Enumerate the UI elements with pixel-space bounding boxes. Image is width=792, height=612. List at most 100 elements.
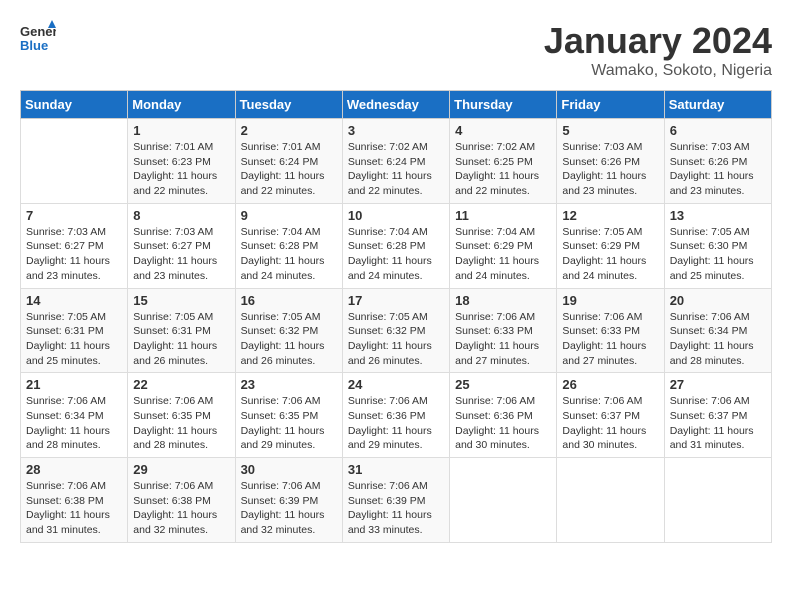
day-number: 1	[133, 123, 229, 138]
day-cell-26: 26 Sunrise: 7:06 AM Sunset: 6:37 PM Dayli…	[557, 373, 664, 458]
calendar-subtitle: Wamako, Sokoto, Nigeria	[544, 62, 772, 80]
day-cell-3: 3 Sunrise: 7:02 AM Sunset: 6:24 PM Daylig…	[342, 119, 449, 204]
day-cell-16: 16Sunrise: 7:05 AM Sunset: 6:32 PM Dayli…	[235, 288, 342, 373]
day-info: Sunrise: 7:02 AM Sunset: 6:24 PM Dayligh…	[348, 140, 444, 199]
day-cell-10: 10 Sunrise: 7:04 AM Sunset: 6:28 PM Dayli…	[342, 203, 449, 288]
day-number: 12	[562, 208, 658, 223]
day-info: Sunrise: 7:06 AM Sunset: 6:37 PM Dayligh…	[670, 394, 766, 453]
day-info: Sunrise: 7:06 AM Sunset: 6:36 PM Dayligh…	[348, 394, 444, 453]
day-number: 5	[562, 123, 658, 138]
day-number: 18	[455, 293, 551, 308]
day-number: 13	[670, 208, 766, 223]
day-cell-28: 28Sunrise: 7:06 AM Sunset: 6:38 PM Dayli…	[21, 458, 128, 543]
day-info: Sunrise: 7:06 AM Sunset: 6:33 PM Dayligh…	[455, 310, 551, 369]
day-number: 27	[670, 377, 766, 392]
day-info: Sunrise: 7:04 AM Sunset: 6:28 PM Dayligh…	[241, 225, 337, 284]
day-info: Sunrise: 7:05 AM Sunset: 6:30 PM Dayligh…	[670, 225, 766, 284]
header: General Blue January 2024 Wamako, Sokoto…	[20, 20, 772, 80]
day-number: 23	[241, 377, 337, 392]
day-info: Sunrise: 7:06 AM Sunset: 6:39 PM Dayligh…	[348, 479, 444, 538]
day-cell-13: 13 Sunrise: 7:05 AM Sunset: 6:30 PM Dayli…	[664, 203, 771, 288]
day-cell-30: 30Sunrise: 7:06 AM Sunset: 6:39 PM Dayli…	[235, 458, 342, 543]
weekday-header-sunday: Sunday	[21, 91, 128, 119]
day-cell-21: 21 Sunrise: 7:06 AM Sunset: 6:34 PM Dayli…	[21, 373, 128, 458]
day-info: Sunrise: 7:05 AM Sunset: 6:29 PM Dayligh…	[562, 225, 658, 284]
day-info: Sunrise: 7:06 AM Sunset: 6:36 PM Dayligh…	[455, 394, 551, 453]
day-info: Sunrise: 7:03 AM Sunset: 6:26 PM Dayligh…	[562, 140, 658, 199]
day-cell-25: 25Sunrise: 7:06 AM Sunset: 6:36 PM Dayli…	[450, 373, 557, 458]
day-info: Sunrise: 7:03 AM Sunset: 6:27 PM Dayligh…	[133, 225, 229, 284]
day-info: Sunrise: 7:04 AM Sunset: 6:29 PM Dayligh…	[455, 225, 551, 284]
day-info: Sunrise: 7:06 AM Sunset: 6:37 PM Dayligh…	[562, 394, 658, 453]
weekday-header-row: SundayMondayTuesdayWednesdayThursdayFrid…	[21, 91, 772, 119]
logo-icon: General Blue	[20, 20, 56, 56]
day-number: 21	[26, 377, 122, 392]
title-area: January 2024 Wamako, Sokoto, Nigeria	[544, 20, 772, 80]
day-cell-6: 6Sunrise: 7:03 AM Sunset: 6:26 PM Daylig…	[664, 119, 771, 204]
day-cell-12: 12 Sunrise: 7:05 AM Sunset: 6:29 PM Dayli…	[557, 203, 664, 288]
empty-cell	[450, 458, 557, 543]
week-row-1: 1 Sunrise: 7:01 AM Sunset: 6:23 PM Daylig…	[21, 119, 772, 204]
day-info: Sunrise: 7:04 AM Sunset: 6:28 PM Dayligh…	[348, 225, 444, 284]
day-info: Sunrise: 7:06 AM Sunset: 6:35 PM Dayligh…	[241, 394, 337, 453]
day-info: Sunrise: 7:06 AM Sunset: 6:33 PM Dayligh…	[562, 310, 658, 369]
day-cell-2: 2 Sunrise: 7:01 AM Sunset: 6:24 PM Daylig…	[235, 119, 342, 204]
day-info: Sunrise: 7:03 AM Sunset: 6:26 PM Dayligh…	[670, 140, 766, 199]
day-cell-23: 23 Sunrise: 7:06 AM Sunset: 6:35 PM Dayli…	[235, 373, 342, 458]
weekday-header-wednesday: Wednesday	[342, 91, 449, 119]
weekday-header-tuesday: Tuesday	[235, 91, 342, 119]
day-info: Sunrise: 7:01 AM Sunset: 6:23 PM Dayligh…	[133, 140, 229, 199]
day-number: 14	[26, 293, 122, 308]
day-number: 31	[348, 462, 444, 477]
day-info: Sunrise: 7:03 AM Sunset: 6:27 PM Dayligh…	[26, 225, 122, 284]
day-number: 29	[133, 462, 229, 477]
day-number: 19	[562, 293, 658, 308]
day-cell-7: 7 Sunrise: 7:03 AM Sunset: 6:27 PM Daylig…	[21, 203, 128, 288]
day-info: Sunrise: 7:05 AM Sunset: 6:31 PM Dayligh…	[26, 310, 122, 369]
day-number: 15	[133, 293, 229, 308]
week-row-2: 7 Sunrise: 7:03 AM Sunset: 6:27 PM Daylig…	[21, 203, 772, 288]
day-cell-4: 4 Sunrise: 7:02 AM Sunset: 6:25 PM Daylig…	[450, 119, 557, 204]
day-cell-11: 11 Sunrise: 7:04 AM Sunset: 6:29 PM Dayli…	[450, 203, 557, 288]
day-number: 24	[348, 377, 444, 392]
weekday-header-thursday: Thursday	[450, 91, 557, 119]
day-cell-17: 17Sunrise: 7:05 AM Sunset: 6:32 PM Dayli…	[342, 288, 449, 373]
day-number: 9	[241, 208, 337, 223]
day-number: 2	[241, 123, 337, 138]
day-number: 7	[26, 208, 122, 223]
day-info: Sunrise: 7:02 AM Sunset: 6:25 PM Dayligh…	[455, 140, 551, 199]
day-cell-20: 20 Sunrise: 7:06 AM Sunset: 6:34 PM Dayli…	[664, 288, 771, 373]
day-cell-15: 15Sunrise: 7:05 AM Sunset: 6:31 PM Dayli…	[128, 288, 235, 373]
day-number: 26	[562, 377, 658, 392]
day-number: 11	[455, 208, 551, 223]
day-cell-8: 8Sunrise: 7:03 AM Sunset: 6:27 PM Daylig…	[128, 203, 235, 288]
weekday-header-saturday: Saturday	[664, 91, 771, 119]
empty-cell	[21, 119, 128, 204]
day-cell-19: 19 Sunrise: 7:06 AM Sunset: 6:33 PM Dayli…	[557, 288, 664, 373]
day-number: 3	[348, 123, 444, 138]
day-cell-27: 27 Sunrise: 7:06 AM Sunset: 6:37 PM Dayli…	[664, 373, 771, 458]
day-cell-14: 14 Sunrise: 7:05 AM Sunset: 6:31 PM Dayli…	[21, 288, 128, 373]
day-number: 28	[26, 462, 122, 477]
day-cell-5: 5 Sunrise: 7:03 AM Sunset: 6:26 PM Daylig…	[557, 119, 664, 204]
day-info: Sunrise: 7:06 AM Sunset: 6:34 PM Dayligh…	[670, 310, 766, 369]
day-number: 17	[348, 293, 444, 308]
day-info: Sunrise: 7:06 AM Sunset: 6:39 PM Dayligh…	[241, 479, 337, 538]
week-row-5: 28Sunrise: 7:06 AM Sunset: 6:38 PM Dayli…	[21, 458, 772, 543]
calendar-title: January 2024	[544, 20, 772, 62]
day-cell-22: 22Sunrise: 7:06 AM Sunset: 6:35 PM Dayli…	[128, 373, 235, 458]
day-info: Sunrise: 7:06 AM Sunset: 6:34 PM Dayligh…	[26, 394, 122, 453]
day-number: 20	[670, 293, 766, 308]
day-info: Sunrise: 7:06 AM Sunset: 6:35 PM Dayligh…	[133, 394, 229, 453]
day-cell-29: 29Sunrise: 7:06 AM Sunset: 6:38 PM Dayli…	[128, 458, 235, 543]
logo: General Blue	[20, 20, 56, 56]
calendar-table: SundayMondayTuesdayWednesdayThursdayFrid…	[20, 90, 772, 543]
day-number: 10	[348, 208, 444, 223]
day-cell-9: 9 Sunrise: 7:04 AM Sunset: 6:28 PM Daylig…	[235, 203, 342, 288]
day-number: 4	[455, 123, 551, 138]
day-info: Sunrise: 7:05 AM Sunset: 6:32 PM Dayligh…	[241, 310, 337, 369]
weekday-header-monday: Monday	[128, 91, 235, 119]
day-cell-24: 24 Sunrise: 7:06 AM Sunset: 6:36 PM Dayli…	[342, 373, 449, 458]
empty-cell	[557, 458, 664, 543]
day-info: Sunrise: 7:01 AM Sunset: 6:24 PM Dayligh…	[241, 140, 337, 199]
